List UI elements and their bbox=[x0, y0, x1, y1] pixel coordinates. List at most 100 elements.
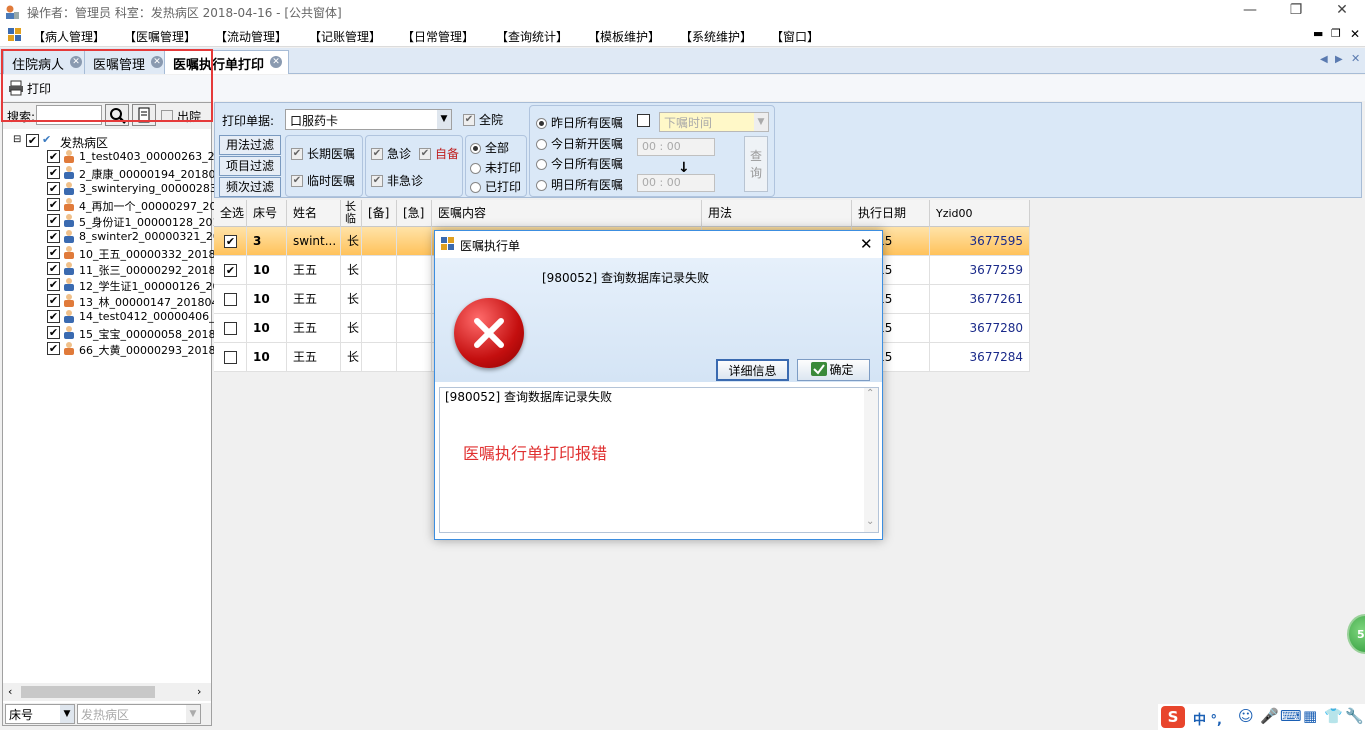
menu-flow[interactable]: 【流动管理】 bbox=[215, 28, 287, 45]
query-button[interactable]: 查 询 bbox=[744, 136, 768, 192]
menu-app-icon[interactable] bbox=[8, 28, 22, 45]
order-time-select[interactable]: 下嘱时间 ▼ bbox=[659, 112, 769, 132]
menu-system[interactable]: 【系统维护】 bbox=[680, 28, 752, 45]
patient-checkbox[interactable]: ✔ bbox=[47, 278, 60, 291]
patient-checkbox[interactable]: ✔ bbox=[47, 310, 60, 323]
row-check-box[interactable] bbox=[224, 293, 237, 306]
row-checkbox[interactable] bbox=[214, 285, 247, 314]
menu-window[interactable]: 【窗口】 bbox=[771, 28, 819, 45]
microphone-icon[interactable]: 🎤 bbox=[1260, 707, 1279, 725]
sogou-icon[interactable]: S bbox=[1161, 706, 1185, 728]
menu-accounting[interactable]: 【记账管理】 bbox=[309, 28, 381, 45]
scroll-up-icon[interactable]: ⌃ bbox=[866, 388, 874, 399]
scroll-left-icon[interactable]: ‹ bbox=[8, 685, 12, 698]
urgent-checkbox[interactable]: ✔ bbox=[371, 148, 383, 160]
ime-mode-label[interactable]: 中 °, bbox=[1193, 709, 1222, 728]
chevron-down-icon[interactable]: ▼ bbox=[60, 705, 74, 723]
radio-today-all[interactable] bbox=[536, 159, 547, 170]
patient-checkbox[interactable]: ✔ bbox=[47, 214, 60, 227]
patient-checkbox[interactable]: ✔ bbox=[47, 342, 60, 355]
start-time-spinner[interactable]: 00 : 00 bbox=[637, 138, 715, 156]
menu-patient[interactable]: 【病人管理】 bbox=[33, 28, 105, 45]
tab-close-all-icon[interactable]: ✕ bbox=[1351, 52, 1360, 65]
patient-checkbox[interactable]: ✔ bbox=[47, 198, 60, 211]
menu-template[interactable]: 【模板维护】 bbox=[588, 28, 660, 45]
chevron-down-icon[interactable]: ▼ bbox=[437, 110, 451, 129]
scroll-thumb[interactable] bbox=[21, 686, 155, 698]
mdi-restore-icon[interactable]: ❐ bbox=[1331, 27, 1341, 40]
tab-scroll-right-icon[interactable]: ▶ bbox=[1335, 54, 1343, 65]
frequency-filter-button[interactable]: 频次过滤 bbox=[219, 177, 281, 197]
header-usage[interactable]: 用法 bbox=[702, 200, 852, 227]
patient-checkbox[interactable]: ✔ bbox=[47, 294, 60, 307]
header-remark[interactable]: [备] bbox=[362, 200, 397, 227]
all-ward-checkbox[interactable]: ✔ bbox=[463, 114, 475, 126]
mdi-close-icon[interactable]: ✕ bbox=[1350, 27, 1360, 41]
row-checkbox[interactable] bbox=[214, 343, 247, 372]
scroll-down-icon[interactable]: ⌄ bbox=[866, 516, 874, 527]
horizontal-scrollbar[interactable]: ‹ › bbox=[3, 683, 211, 701]
menu-query[interactable]: 【查询统计】 bbox=[496, 28, 568, 45]
detail-textbox[interactable]: [980052] 查询数据库记录失败 医嘱执行单打印报错 ⌃ ⌄ bbox=[439, 387, 879, 533]
restore-button[interactable]: ❐ bbox=[1282, 2, 1310, 22]
tab-scroll-left-icon[interactable]: ◀ bbox=[1320, 54, 1328, 65]
header-order-content[interactable]: 医嘱内容 bbox=[432, 200, 702, 227]
close-icon[interactable]: ✕ bbox=[270, 56, 283, 68]
radio-printed[interactable] bbox=[470, 182, 481, 193]
row-check-box[interactable] bbox=[224, 351, 237, 364]
row-check-box[interactable]: ✔ bbox=[224, 264, 237, 277]
radio-all[interactable] bbox=[470, 143, 481, 154]
row-check-box[interactable]: ✔ bbox=[224, 235, 237, 248]
patient-checkbox[interactable]: ✔ bbox=[47, 166, 60, 179]
details-button[interactable]: 详细信息 bbox=[716, 359, 789, 381]
item-filter-button[interactable]: 项目过滤 bbox=[219, 156, 281, 176]
temp-checkbox[interactable]: ✔ bbox=[291, 175, 303, 187]
menu-daily[interactable]: 【日常管理】 bbox=[402, 28, 474, 45]
patient-checkbox[interactable]: ✔ bbox=[47, 150, 60, 163]
close-button[interactable]: ✕ bbox=[1328, 2, 1356, 22]
print-doc-select[interactable]: 口服药卡 ▼ bbox=[285, 109, 452, 130]
keyboard-icon[interactable]: ⌨ bbox=[1280, 707, 1302, 725]
collapse-icon[interactable]: ⊟ bbox=[13, 134, 21, 145]
mdi-minimize-icon[interactable]: ▬ bbox=[1313, 27, 1323, 40]
menu-orders[interactable]: 【医嘱管理】 bbox=[124, 28, 196, 45]
header-select-all[interactable]: 全选 bbox=[214, 200, 247, 227]
patient-checkbox[interactable]: ✔ bbox=[47, 262, 60, 275]
chevron-down-icon[interactable]: ▼ bbox=[754, 113, 768, 131]
radio-unprinted[interactable] bbox=[470, 163, 481, 174]
radio-today-new[interactable] bbox=[536, 139, 547, 150]
row-check-box[interactable] bbox=[224, 322, 237, 335]
minimize-button[interactable]: — bbox=[1236, 2, 1264, 22]
floating-assistant-badge[interactable]: 52 bbox=[1347, 614, 1365, 654]
ok-button[interactable]: 确定 bbox=[797, 359, 870, 381]
row-checkbox[interactable] bbox=[214, 314, 247, 343]
radio-yesterday[interactable] bbox=[536, 118, 547, 129]
skin-icon[interactable]: 👕 bbox=[1324, 707, 1343, 725]
long-term-checkbox[interactable]: ✔ bbox=[291, 148, 303, 160]
header-exec-date[interactable]: 执行日期 bbox=[852, 200, 930, 227]
row-checkbox[interactable]: ✔ bbox=[214, 256, 247, 285]
scroll-right-icon[interactable]: › bbox=[197, 685, 201, 698]
patient-checkbox[interactable]: ✔ bbox=[47, 326, 60, 339]
chevron-down-icon[interactable]: ▼ bbox=[186, 705, 200, 723]
header-bed[interactable]: 床号 bbox=[247, 200, 287, 227]
header-name[interactable]: 姓名 bbox=[287, 200, 341, 227]
patient-checkbox[interactable]: ✔ bbox=[47, 246, 60, 259]
detail-vertical-scrollbar[interactable]: ⌃ ⌄ bbox=[864, 388, 878, 532]
header-yzid[interactable]: Yzid00 bbox=[930, 200, 1030, 227]
dialog-close-icon[interactable]: ✕ bbox=[860, 235, 873, 253]
patient-checkbox[interactable]: ✔ bbox=[47, 182, 60, 195]
radio-tomorrow[interactable] bbox=[536, 180, 547, 191]
order-time-checkbox[interactable] bbox=[637, 114, 650, 127]
header-urgent[interactable]: [急] bbox=[397, 200, 432, 227]
self-prep-checkbox[interactable]: ✔ bbox=[419, 148, 431, 160]
row-checkbox[interactable]: ✔ bbox=[214, 227, 247, 256]
non-urgent-checkbox[interactable]: ✔ bbox=[371, 175, 383, 187]
ward-select[interactable]: 发热病区 ▼ bbox=[77, 704, 201, 724]
sort-select[interactable]: 床号 ▼ bbox=[5, 704, 75, 724]
wrench-icon[interactable]: 🔧 bbox=[1345, 707, 1364, 725]
tree-checkbox[interactable]: ✔ bbox=[26, 134, 39, 147]
end-time-spinner[interactable]: 00 : 00 bbox=[637, 174, 715, 192]
emoji-icon[interactable]: ☺ bbox=[1238, 707, 1254, 725]
grid-icon[interactable]: ▦ bbox=[1303, 707, 1317, 725]
